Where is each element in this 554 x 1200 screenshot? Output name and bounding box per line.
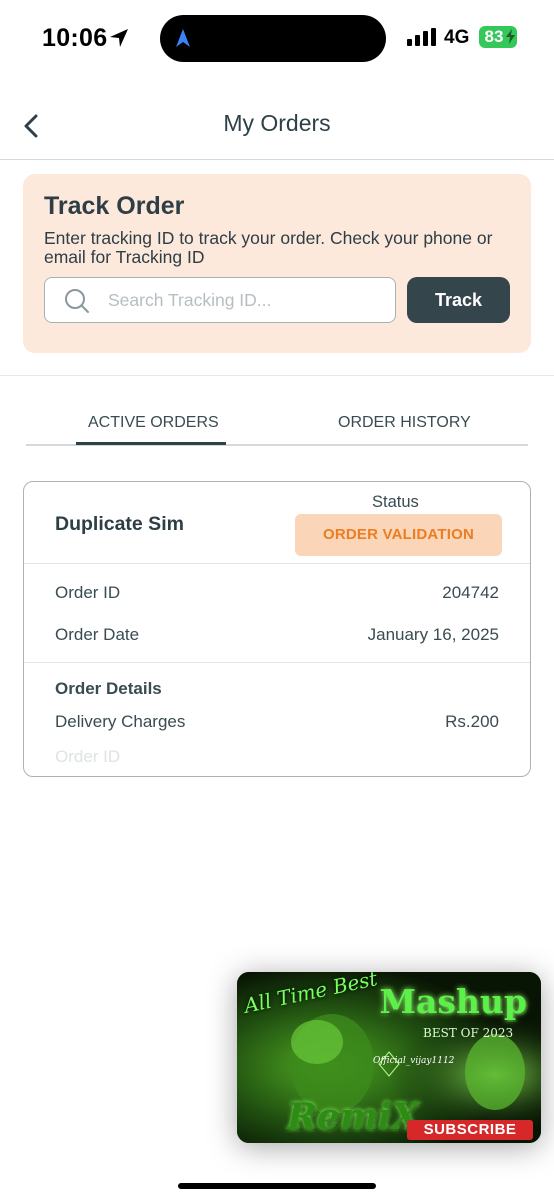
order-date-value: January 16, 2025 bbox=[367, 625, 499, 644]
signal-bars-icon bbox=[407, 28, 436, 46]
tab-order-history[interactable]: ORDER HISTORY bbox=[338, 414, 471, 432]
status-bar: 10:06 4G 83 bbox=[0, 0, 554, 76]
order-details-title: Order Details bbox=[55, 679, 162, 698]
network-type: 4G bbox=[444, 27, 470, 48]
faded-order-id-label: Order ID bbox=[55, 747, 121, 766]
video-pip-player[interactable]: All Time Best Mashup BEST OF 2023 Offici… bbox=[237, 972, 541, 1143]
navigation-icon bbox=[176, 29, 190, 47]
video-subscribe-banner: SUBSCRIBE bbox=[407, 1120, 533, 1140]
battery-level: 83 bbox=[484, 27, 504, 46]
location-arrow-icon bbox=[110, 29, 128, 47]
order-product-name: Duplicate Sim bbox=[55, 513, 184, 535]
track-order-description: Enter tracking ID to track your order. C… bbox=[44, 228, 493, 267]
battery-indicator: 83 bbox=[479, 26, 517, 48]
search-icon bbox=[65, 289, 89, 313]
home-indicator[interactable] bbox=[178, 1183, 376, 1189]
status-time: 10:06 bbox=[42, 24, 108, 52]
order-id-label: Order ID bbox=[55, 583, 121, 602]
tab-active-orders[interactable]: ACTIVE ORDERS bbox=[88, 414, 219, 432]
card-divider bbox=[24, 662, 530, 663]
page-header: My Orders bbox=[0, 100, 554, 160]
order-date-label: Order Date bbox=[55, 625, 140, 644]
track-order-title: Track Order bbox=[44, 192, 185, 220]
video-subtitle: BEST OF 2023 bbox=[423, 1026, 514, 1040]
order-id-value: 204742 bbox=[442, 583, 499, 602]
video-remix-text: RemiX bbox=[287, 1096, 420, 1138]
track-order-card: Track Order Enter tracking ID to track y… bbox=[23, 174, 531, 353]
order-tabs: ACTIVE ORDERS ORDER HISTORY bbox=[26, 400, 528, 446]
tracking-search-box[interactable] bbox=[44, 277, 396, 323]
active-tab-indicator bbox=[76, 442, 226, 445]
track-button[interactable]: Track bbox=[407, 277, 510, 323]
section-divider bbox=[0, 375, 554, 376]
page-title: My Orders bbox=[223, 110, 331, 136]
card-divider bbox=[24, 563, 530, 564]
status-label: Status bbox=[372, 493, 419, 511]
charging-bolt-icon bbox=[506, 29, 515, 44]
video-handle: Official_vijay1112 bbox=[373, 1056, 455, 1066]
tracking-id-input[interactable] bbox=[108, 278, 388, 322]
delivery-charges-label: Delivery Charges bbox=[55, 712, 186, 731]
status-badge: ORDER VALIDATION bbox=[295, 514, 502, 556]
order-card[interactable]: Duplicate Sim Status ORDER VALIDATION Or… bbox=[23, 481, 531, 777]
delivery-charges-value: Rs.200 bbox=[445, 712, 499, 731]
video-title-main: Mashup bbox=[379, 982, 527, 1021]
